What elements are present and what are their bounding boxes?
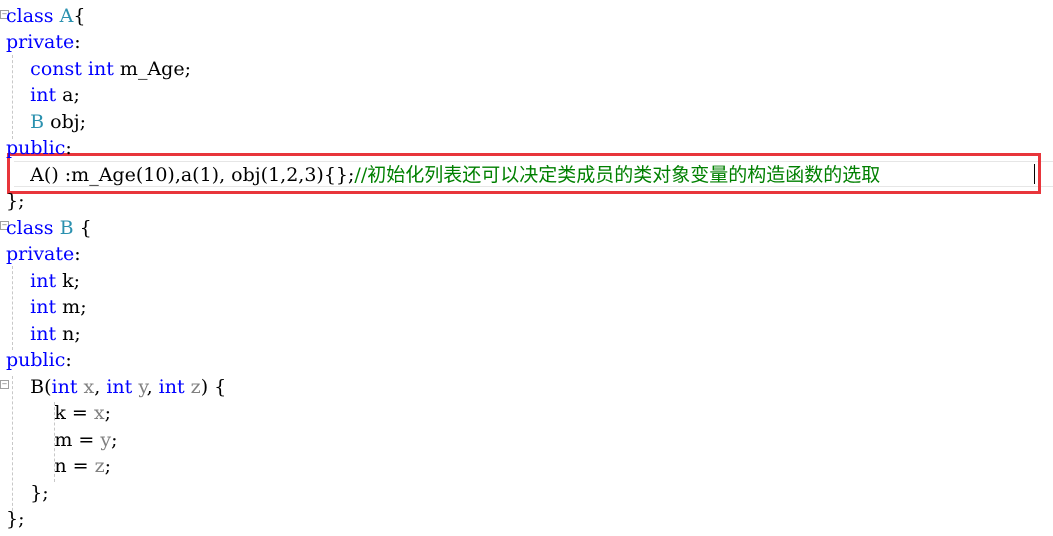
code-keyword: int [158,376,191,398]
code-line[interactable]: const int m_Age; [6,56,191,82]
code-text: }; [30,482,49,504]
code-keyword: class [6,5,60,27]
code-text: k; [62,270,81,292]
code-text: n; [62,323,81,345]
code-keyword: int [30,296,63,318]
code-keyword: int [87,58,120,80]
code-keyword: class [6,217,60,239]
code-parameter: y [100,429,112,451]
code-text: k = [54,402,94,424]
code-text: n = [54,455,95,477]
code-text: B( [30,376,52,398]
code-text: : [65,349,72,371]
code-text: m; [62,296,87,318]
code-line[interactable]: B obj; [6,109,86,135]
code-keyword: public [6,349,66,371]
code-type: B [59,217,74,239]
code-parameter: x [93,402,105,424]
text-caret [1034,164,1035,184]
code-line[interactable]: B(int x, int y, int z) { [6,374,226,400]
code-editor[interactable]: − − − class A{private: const int m_Age; … [0,0,1053,536]
code-line[interactable]: int m; [6,294,87,320]
code-text: }; [6,190,25,212]
code-line[interactable]: int n; [6,321,81,347]
code-line[interactable]: class A{ [6,3,85,29]
code-text: { [73,217,92,239]
code-text: A [30,164,44,186]
code-text: obj; [44,111,87,133]
code-type: A [59,5,74,27]
code-text: m_Age; [119,58,191,80]
code-text: ; [104,402,111,424]
code-line[interactable]: public: [6,135,72,161]
code-line[interactable]: k = x; [6,400,111,426]
code-text: , [94,376,107,398]
code-line[interactable]: int k; [6,268,80,294]
code-type: B [30,111,45,133]
code-text: : [65,137,72,159]
code-line[interactable]: private: [6,29,81,55]
code-line[interactable]: n = z; [6,453,111,479]
code-line[interactable]: public: [6,347,72,373]
code-text: ; [111,429,118,451]
code-keyword: int [106,376,139,398]
code-parameter: y [138,376,147,398]
code-text: a; [62,84,80,106]
code-keyword: const [30,58,88,80]
code-text: { [73,5,86,27]
code-line[interactable]: m = y; [6,427,117,453]
code-text: ; [104,455,111,477]
code-keyword: public [6,137,66,159]
code-parameter: z [190,376,201,398]
code-parameter: z [94,455,105,477]
code-line[interactable]: A() :m_Age(10),a(1), obj(1,2,3){};//初始化列… [6,162,880,188]
code-keyword: int [30,270,63,292]
code-line[interactable]: private: [6,241,81,267]
code-text: , [146,376,159,398]
code-keyword: private [6,31,75,53]
code-line[interactable]: }; [6,480,49,506]
code-keyword: int [51,376,84,398]
code-text: : [74,243,81,265]
code-keyword: int [30,323,63,345]
code-line[interactable]: int a; [6,82,80,108]
code-keyword: private [6,243,75,265]
code-text: ) { [200,376,227,398]
code-line[interactable]: }; [6,188,25,214]
code-text: : [74,31,81,53]
code-comment: //初始化列表还可以决定类成员的类对象变量的构造函数的选取 [354,164,881,186]
code-line[interactable]: }; [6,506,25,532]
code-line[interactable]: class B { [6,215,92,241]
code-parameter: x [83,376,95,398]
code-text: m = [54,429,101,451]
code-text: }; [6,508,25,530]
code-text: () :m_Age(10),a(1), obj(1,2,3){}; [43,164,355,186]
code-keyword: int [30,84,63,106]
